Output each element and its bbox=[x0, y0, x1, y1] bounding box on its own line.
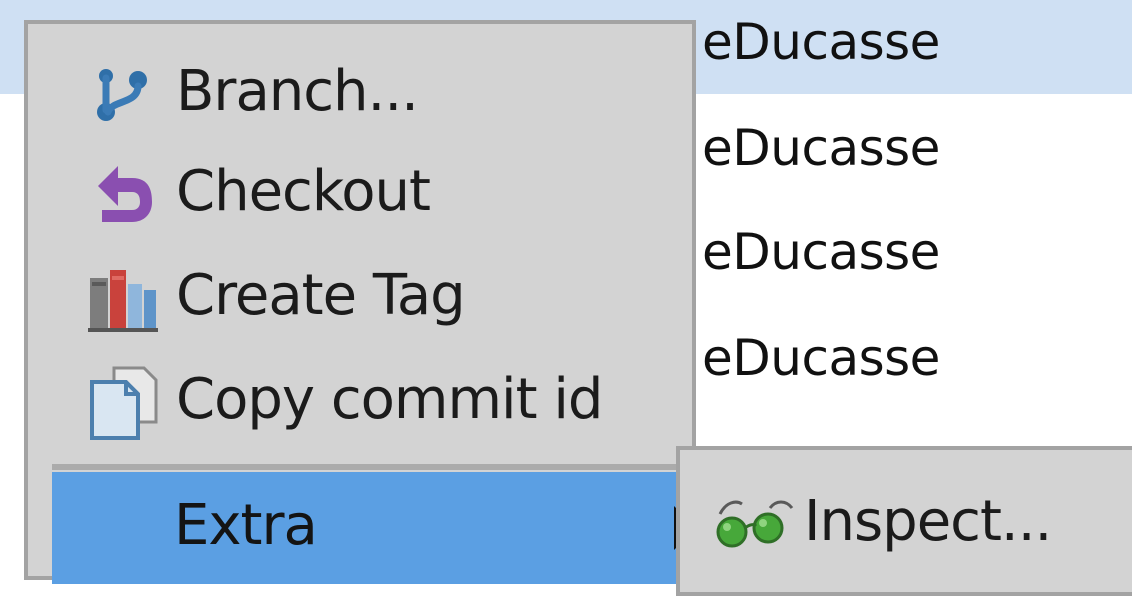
commit-author: eDucasse bbox=[702, 223, 940, 281]
commit-author: eDucasse bbox=[702, 119, 940, 177]
glasses-icon bbox=[712, 496, 798, 552]
menu-separator bbox=[52, 464, 692, 470]
commit-author: eDucasse bbox=[702, 13, 940, 71]
menu-item-label: Checkout bbox=[176, 158, 431, 224]
menu-item-checkout[interactable]: Checkout bbox=[52, 142, 692, 246]
menu-item-branch[interactable]: Branch... bbox=[52, 42, 692, 146]
menu-item-extra[interactable]: Extra bbox=[52, 472, 696, 584]
branch-icon bbox=[88, 56, 160, 132]
tag-books-icon bbox=[88, 260, 160, 336]
checkout-undo-icon bbox=[88, 156, 160, 232]
menu-item-label: Extra bbox=[174, 492, 318, 558]
menu-item-label: Copy commit id bbox=[176, 366, 603, 432]
copy-icon bbox=[88, 364, 160, 440]
extra-submenu: Inspect... bbox=[676, 446, 1132, 596]
menu-item-label: Branch... bbox=[176, 58, 419, 124]
menu-item-label: Inspect... bbox=[804, 488, 1052, 554]
menu-item-copy-commit-id[interactable]: Copy commit id bbox=[52, 350, 692, 454]
menu-item-inspect[interactable]: Inspect... bbox=[692, 472, 1132, 576]
context-menu: Branch... Checkout Create Tag Copy commi… bbox=[24, 20, 696, 584]
menu-item-create-tag[interactable]: Create Tag bbox=[52, 246, 692, 350]
commit-author: eDucasse bbox=[702, 329, 940, 387]
menu-item-label: Create Tag bbox=[176, 262, 466, 328]
